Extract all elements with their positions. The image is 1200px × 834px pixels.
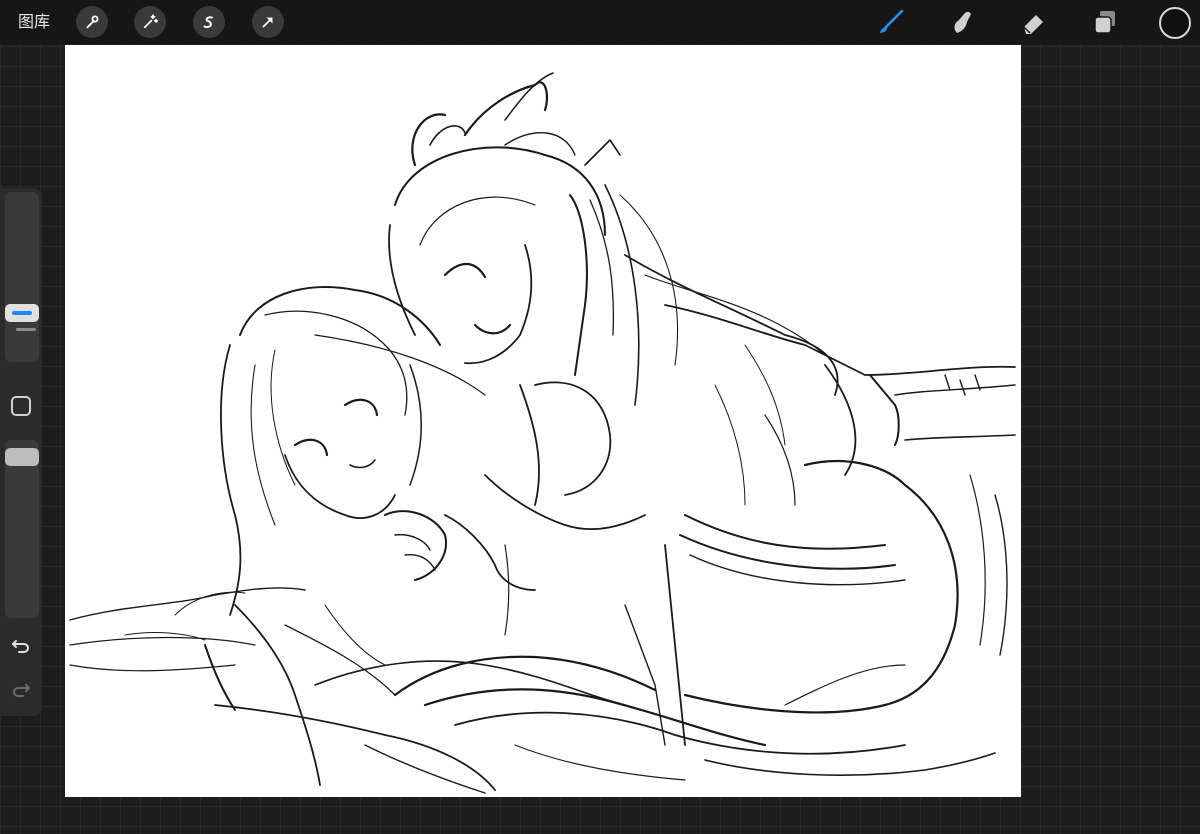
smudge-icon — [954, 11, 971, 33]
actions-button[interactable] — [76, 6, 108, 38]
undo-icon — [12, 640, 29, 653]
brush-icon — [880, 9, 904, 33]
drawing-canvas[interactable] — [65, 45, 1021, 797]
magic-wand-icon — [143, 14, 159, 29]
arrow-cursor-icon — [262, 17, 273, 28]
top-toolbar: 图库 — [0, 0, 1200, 44]
transform-button[interactable] — [252, 6, 284, 38]
undo-button[interactable] — [9, 634, 33, 658]
layers-icon — [1094, 11, 1115, 34]
color-picker-button[interactable] — [1159, 7, 1191, 39]
brush-opacity-thumb[interactable] — [5, 448, 39, 466]
brush-size-thumb[interactable] — [5, 304, 39, 322]
eraser-icon — [1023, 15, 1043, 34]
eraser-tool-button[interactable] — [1018, 7, 1048, 37]
selection-s-icon — [203, 16, 213, 29]
redo-button[interactable] — [9, 678, 33, 702]
smudge-tool-button[interactable] — [947, 7, 977, 37]
redo-icon — [13, 684, 30, 697]
sketch-artwork — [69, 72, 1016, 794]
brush-tool-button[interactable] — [876, 7, 906, 37]
layers-tool-button[interactable] — [1090, 7, 1120, 37]
brush-size-slider[interactable] — [5, 192, 39, 362]
wrench-icon — [86, 15, 99, 29]
adjustments-button[interactable] — [134, 6, 166, 38]
brush-opacity-slider[interactable] — [5, 440, 39, 618]
selection-button[interactable] — [193, 6, 225, 38]
brush-size-tick — [16, 328, 36, 331]
gallery-button[interactable]: 图库 — [18, 12, 50, 32]
brush-sidebar — [0, 188, 42, 716]
modify-button[interactable] — [11, 396, 31, 416]
procreate-app: 图库 — [0, 0, 1200, 834]
